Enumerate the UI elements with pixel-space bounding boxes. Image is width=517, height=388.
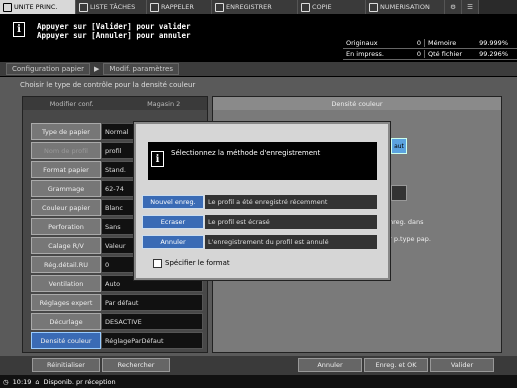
validate-button[interactable]: Valider (430, 358, 494, 372)
settings-list-header: Modifier conf. Magasin 2 (23, 97, 207, 110)
tab-rappeler[interactable]: RAPPELER (147, 0, 212, 14)
param-button[interactable]: Décurlage (31, 313, 101, 330)
tab-enregistrer[interactable]: ENREGISTRER (212, 0, 298, 14)
param-button[interactable]: Perforation (31, 218, 101, 235)
overwrite-button[interactable]: Ecraser (142, 215, 204, 229)
param-button[interactable]: Calage R/V (31, 237, 101, 254)
param-button[interactable]: Réglages expert (31, 294, 101, 311)
message-text: Appuyer sur [Valider] pour valider Appuy… (37, 22, 191, 40)
param-button[interactable]: Rég.détail.RU (31, 256, 101, 273)
reset-button[interactable]: Réinitialiser (32, 358, 100, 372)
param-button[interactable]: Format papier (31, 161, 101, 178)
param-button[interactable]: Type de papier (31, 123, 101, 140)
dialog-message-box (148, 142, 377, 180)
list-icon (79, 2, 88, 12)
cancel-save-button[interactable]: Annuler (142, 235, 204, 249)
search-button[interactable]: Rechercher (102, 358, 170, 372)
chevron-right-icon: ▶ (94, 65, 100, 73)
menu-icon-button[interactable]: ☰ (462, 0, 479, 14)
param-row: Décurlage DESACTIVE (31, 313, 203, 330)
tab-liste-taches[interactable]: LISTE TÂCHES (76, 0, 147, 14)
breadcrumb: Configuration papier ▶ Modif. paramètres (0, 62, 517, 76)
param-button[interactable]: Grammage (31, 180, 101, 197)
param-row: Réglages expert Par défaut (31, 294, 203, 311)
breadcrumb-item: Modif. paramètres (103, 63, 179, 75)
cancel-button[interactable]: Annuler (298, 358, 362, 372)
breadcrumb-item: Configuration papier (6, 63, 91, 75)
menu-icon: ☰ (467, 3, 473, 11)
scan-icon (369, 2, 378, 12)
counter-row: Originaux 0 Mémoire 99.999% (343, 38, 517, 49)
clock-icon: ◷ (3, 377, 9, 386)
option-description: Le profil a été enregistré récemment (205, 195, 377, 209)
recall-icon (150, 2, 159, 12)
copy-icon (301, 2, 310, 12)
param-button[interactable]: Nom de profil (31, 142, 101, 159)
dialog-message: Sélectionnez la méthode d'enregistrement (171, 149, 321, 157)
param-button[interactable]: Densité couleur (31, 332, 101, 349)
param-row: Densité couleur RéglageParDéfaut (31, 332, 203, 349)
printer-icon (3, 2, 12, 12)
specify-format-checkbox[interactable] (153, 259, 162, 268)
specify-format-label: Spécifier le format (165, 259, 230, 267)
option-description: L'enregistrement du profil est annulé (205, 235, 377, 249)
param-button[interactable]: Ventilation (31, 275, 101, 292)
color-density-header: Densité couleur (213, 97, 501, 110)
info-icon: i (151, 151, 164, 167)
new-save-button[interactable]: Nouvel enreg. (142, 195, 204, 209)
save-and-ok-button[interactable]: Enreg. et OK (364, 358, 428, 372)
tab-unite-princ[interactable]: UNITE PRINC. (0, 0, 76, 14)
tab-numerisation[interactable]: NUMERISATION (366, 0, 445, 14)
auto-button[interactable]: aut (391, 138, 407, 154)
option-button[interactable] (391, 185, 407, 201)
top-tab-bar: UNITE PRINC. LISTE TÂCHES RAPPELER ENREG… (0, 0, 517, 14)
gear-icon: ⚙ (450, 3, 456, 11)
note-text: nreg. dans (389, 218, 424, 226)
param-value: DESACTIVE (101, 313, 203, 330)
tab-copie[interactable]: COPIE (298, 0, 366, 14)
option-description: Le profil est écrasé (205, 215, 377, 229)
status-bar: ◷ 10:19 ⌂ Disponib. pr réception (0, 375, 517, 388)
save-icon (215, 2, 224, 12)
counter-row: En impress. 0 Qté fichier 99.296% (343, 49, 517, 60)
network-icon: ⌂ (35, 377, 40, 386)
param-button[interactable]: Couleur papier (31, 199, 101, 216)
info-icon: i (13, 22, 25, 37)
param-value: Par défaut (101, 294, 203, 311)
settings-icon-button[interactable]: ⚙ (445, 0, 462, 14)
counters-panel: Originaux 0 Mémoire 99.999% En impress. … (343, 38, 517, 60)
param-value: RéglageParDéfaut (101, 332, 203, 349)
status-time: 10:19 (12, 377, 32, 386)
instruction-text: Choisir le type de contrôle pour la dens… (20, 81, 196, 89)
status-text: Disponib. pr réception (43, 377, 116, 386)
